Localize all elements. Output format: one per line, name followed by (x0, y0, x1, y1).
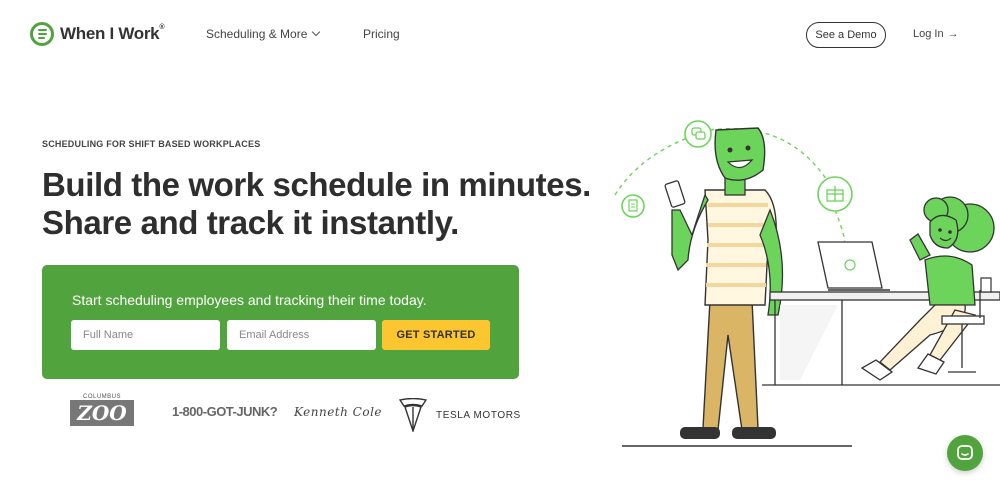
get-started-button[interactable]: GET STARTED (382, 320, 490, 350)
brand-name: When I Work® (60, 24, 165, 43)
columbus-zoo-logo: COLUMBUS ZOO (70, 394, 134, 432)
comment-icon (684, 120, 712, 148)
landing-page: When I Work® Scheduling & More Pricing S… (0, 0, 1000, 480)
document-icon (621, 194, 645, 218)
nav-scheduling-label: Scheduling & More (206, 27, 308, 41)
headline-line-2: Share and track it instantly. (42, 204, 459, 241)
hero-illustration (614, 120, 1000, 447)
nav-scheduling-menu[interactable]: Scheduling & More (206, 27, 321, 41)
standing-person (664, 127, 784, 439)
brand-logo[interactable]: When I Work® (30, 22, 164, 46)
kenneth-cole-logo: Kenneth Cole (294, 405, 383, 419)
chat-launcher-button[interactable] (947, 435, 983, 471)
arrow-right-icon: → (947, 28, 959, 40)
login-link[interactable]: Log In → (913, 28, 959, 40)
chat-icon (957, 445, 973, 460)
nav-pricing-link[interactable]: Pricing (363, 27, 400, 41)
tesla-shield-icon (398, 398, 428, 432)
chevron-down-icon (312, 27, 321, 37)
email-input[interactable]: Email Address (227, 320, 376, 350)
full-name-input[interactable]: Full Name (71, 320, 220, 350)
headline-line-1: Build the work schedule in minutes. (42, 166, 591, 203)
signup-prompt: Start scheduling employees and tracking … (72, 292, 427, 308)
logo-icon (30, 22, 54, 46)
got-junk-logo: 1-800-GOT-JUNK? (172, 404, 278, 419)
see-demo-button[interactable]: See a Demo (806, 22, 886, 48)
hero-eyebrow: SCHEDULING FOR SHIFT BASED WORKPLACES (42, 139, 261, 149)
gift-icon (817, 176, 853, 212)
tesla-logo: TESLA MOTORS (398, 398, 521, 432)
signup-panel: Start scheduling employees and tracking … (42, 265, 519, 379)
hero-headline: Build the work schedule in minutes. Shar… (42, 166, 591, 242)
